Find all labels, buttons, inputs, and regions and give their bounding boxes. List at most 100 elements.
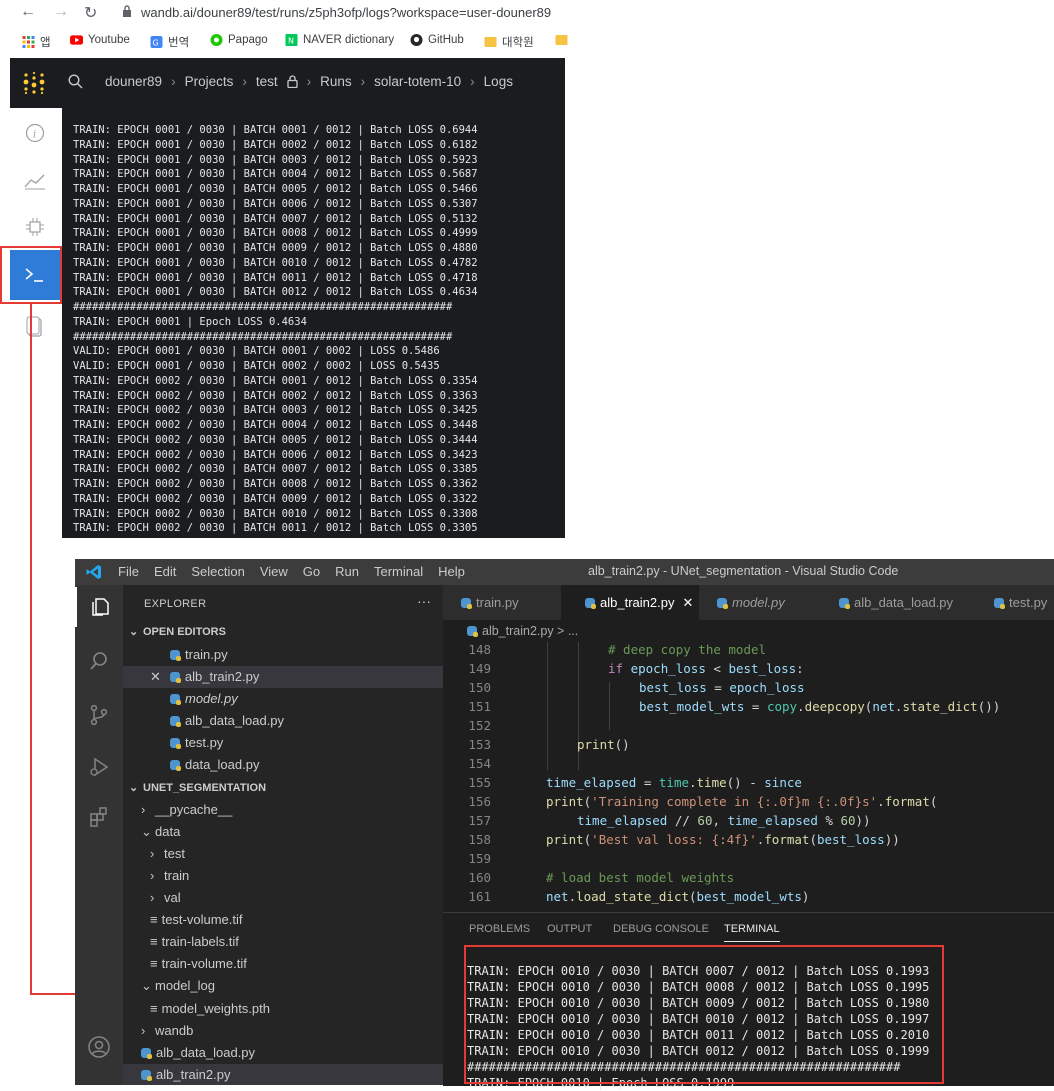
menu-help[interactable]: Help	[438, 564, 465, 579]
wandb-sidebar-system[interactable]	[10, 202, 60, 252]
folder-label: wandb	[155, 1023, 194, 1038]
code-comment: # load best model weights	[546, 870, 735, 885]
bookmark-youtube[interactable]: Youtube	[70, 34, 130, 46]
panel-tab-debug-console[interactable]: DEBUG CONSOLE	[613, 923, 709, 935]
activity-accounts[interactable]	[75, 1027, 123, 1067]
activity-source-control[interactable]	[75, 695, 123, 735]
wandb-sidebar-charts[interactable]	[10, 156, 60, 206]
tree-file[interactable]: ≡ model_weights.pth	[123, 998, 443, 1020]
tree-folder[interactable]: › test	[123, 843, 443, 865]
file-label: test.py	[185, 735, 224, 750]
bookmark-overflow[interactable]	[555, 34, 568, 46]
tab-train[interactable]: train.py	[443, 585, 561, 620]
tree-folder[interactable]: › wandb	[123, 1020, 443, 1042]
code-token: net	[872, 699, 895, 714]
code-token: if	[608, 661, 624, 676]
bookmark-graduate-school[interactable]: 대학원	[484, 34, 534, 50]
tree-folder[interactable]: › __pycache__	[123, 799, 443, 821]
search-icon[interactable]	[68, 74, 83, 89]
code-editor[interactable]: 148 149 150 151 152 153 154 155 156 157 …	[443, 642, 1054, 912]
menu-terminal[interactable]: Terminal	[374, 564, 423, 579]
tab-label: train.py	[476, 595, 519, 610]
code-token: time_elapsed	[577, 813, 668, 828]
panel-tab-terminal[interactable]: TERMINAL	[724, 923, 780, 942]
panel-tab-problems[interactable]: PROBLEMS	[469, 923, 530, 935]
tree-folder[interactable]: ⌄ model_log	[123, 975, 443, 997]
project-header[interactable]: ⌄ UNET_SEGMENTATION	[123, 777, 443, 799]
open-editor-item[interactable]: train.py	[123, 644, 443, 666]
bookmark-github[interactable]: GitHub	[410, 34, 464, 46]
code-token: time	[696, 775, 727, 790]
open-editor-item-active[interactable]: ✕ alb_train2.py	[123, 666, 443, 688]
tree-file[interactable]: ≡ train-labels.tif	[123, 931, 443, 953]
chevron-right-icon: ›	[150, 846, 155, 861]
python-file-icon	[994, 598, 1005, 609]
menu-go[interactable]: Go	[303, 564, 320, 579]
tree-folder[interactable]: › train	[123, 865, 443, 887]
open-editor-item[interactable]: test.py	[123, 732, 443, 754]
open-editor-item[interactable]: model.py	[123, 688, 443, 710]
menu-file[interactable]: File	[118, 564, 139, 579]
line-number: 148	[468, 642, 491, 657]
close-icon[interactable]: ✕	[682, 595, 693, 610]
tab-test[interactable]: test.py	[976, 585, 1054, 620]
chevron-right-icon: ›	[150, 890, 155, 905]
tab-alb-train2[interactable]: alb_train2.py ✕	[561, 585, 699, 620]
menu-selection[interactable]: Selection	[191, 564, 244, 579]
open-editor-item[interactable]: data_load.py	[123, 754, 443, 776]
log-line: TRAIN: EPOCH 0002 / 0030 | BATCH 0011 / …	[73, 522, 478, 535]
bookmark-translate[interactable]: G 번역	[150, 34, 189, 50]
papago-icon	[210, 34, 223, 46]
editor-breadcrumb[interactable]: alb_train2.py > ...	[443, 620, 1054, 642]
tree-file[interactable]: ≡ train-volume.tif	[123, 953, 443, 975]
vscode-menubar: File Edit Selection View Go Run Terminal…	[118, 564, 480, 579]
tree-folder[interactable]: ⌄ data	[123, 821, 443, 843]
menu-run[interactable]: Run	[335, 564, 359, 579]
panel-tab-output[interactable]: OUTPUT	[547, 923, 592, 935]
more-actions-icon[interactable]: ···	[417, 593, 431, 609]
close-icon[interactable]: ✕	[150, 669, 161, 684]
activity-explorer[interactable]	[75, 587, 123, 627]
folder-label: test	[164, 846, 185, 861]
tree-file-active[interactable]: alb_train2.py	[123, 1064, 443, 1085]
crumb-project[interactable]: test	[256, 74, 278, 89]
tab-model[interactable]: model.py	[699, 585, 821, 620]
reload-icon[interactable]: ↻	[84, 3, 97, 23]
tab-alb-data-load[interactable]: alb_data_load.py	[821, 585, 976, 620]
bookmark-label: Youtube	[88, 34, 130, 46]
chevron-right-icon: ›	[360, 74, 366, 89]
svg-text:i: i	[33, 130, 36, 141]
activity-run-debug[interactable]	[75, 747, 123, 787]
wandb-logo-icon[interactable]	[22, 71, 46, 95]
activity-search[interactable]	[75, 641, 123, 681]
section-label: OPEN EDITORS	[143, 626, 226, 638]
activity-extensions[interactable]	[75, 797, 123, 837]
bookmark-apps[interactable]: 앱	[22, 34, 51, 50]
tree-file[interactable]: alb_data_load.py	[123, 1042, 443, 1064]
crumb-user[interactable]: douner89	[105, 74, 162, 89]
menu-view[interactable]: View	[260, 564, 288, 579]
bookmark-papago[interactable]: Papago	[210, 34, 268, 46]
line-number: 154	[468, 756, 491, 771]
back-arrow-icon[interactable]: ←	[20, 3, 36, 21]
code-token: since	[764, 775, 802, 790]
crumb-run[interactable]: solar-totem-10	[374, 74, 461, 89]
line-number: 155	[468, 775, 491, 790]
file-label: train-labels.tif	[161, 934, 239, 949]
menu-edit[interactable]: Edit	[154, 564, 176, 579]
tab-label: alb_data_load.py	[854, 595, 954, 610]
wandb-sidebar-files[interactable]	[10, 302, 60, 352]
crumb-runs[interactable]: Runs	[320, 74, 352, 89]
tree-file[interactable]: ≡ test-volume.tif	[123, 909, 443, 931]
apps-grid-icon	[22, 36, 35, 48]
chevron-right-icon: ›	[470, 74, 475, 89]
crumb-projects[interactable]: Projects	[185, 74, 234, 89]
open-editor-item[interactable]: alb_data_load.py	[123, 710, 443, 732]
open-editors-header[interactable]: ⌄ OPEN EDITORS	[123, 621, 443, 643]
tree-folder[interactable]: › val	[123, 887, 443, 909]
log-line: TRAIN: EPOCH 0002 / 0030 | BATCH 0002 / …	[73, 389, 478, 402]
url-bar[interactable]: wandb.ai/douner89/test/runs/z5ph3ofp/log…	[141, 5, 551, 20]
bookmark-naver-dictionary[interactable]: N NAVER dictionary	[285, 34, 394, 46]
forward-arrow-icon[interactable]: →	[53, 3, 69, 21]
wandb-sidebar-overview[interactable]: i	[10, 108, 60, 158]
